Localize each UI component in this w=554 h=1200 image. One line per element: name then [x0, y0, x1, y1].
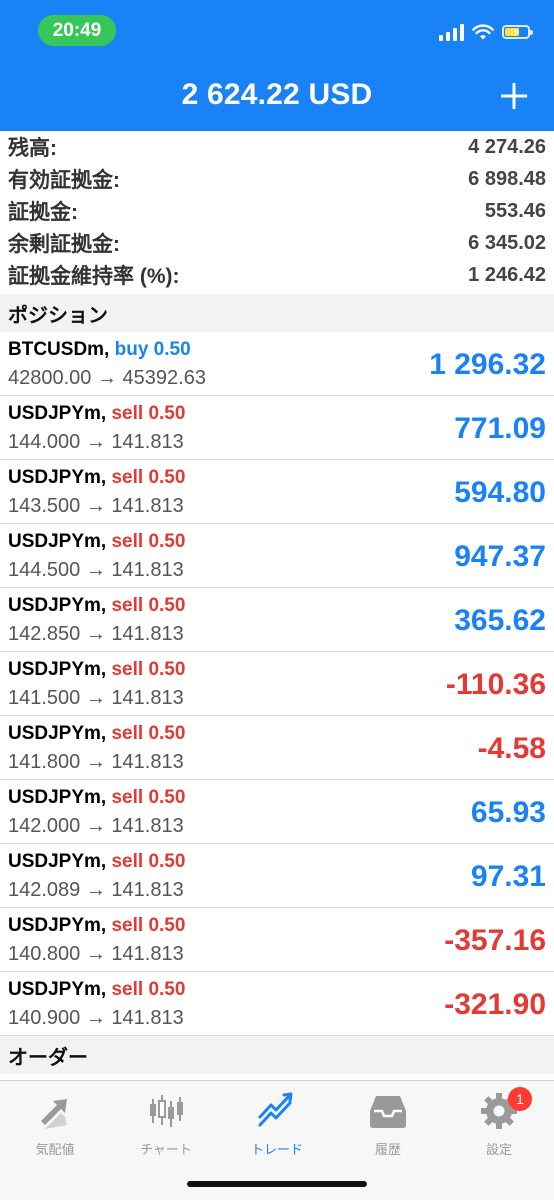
wifi-icon [472, 23, 494, 39]
position-row[interactable]: USDJPYm, sell 0.50 141.800 → 141.813 -4.… [0, 716, 554, 780]
position-row[interactable]: USDJPYm, sell 0.50 142.089 → 141.813 97.… [0, 844, 554, 908]
summary-label: 証拠金: [8, 201, 78, 224]
position-symbol: USDJPYm, [8, 915, 107, 936]
position-profit: 65.93 [470, 796, 546, 829]
position-profit: -321.90 [444, 988, 546, 1021]
position-side-volume: sell 0.50 [111, 851, 186, 872]
position-side-volume: sell 0.50 [111, 467, 186, 488]
position-side-volume: sell 0.50 [111, 787, 186, 808]
position-side-volume: buy 0.50 [114, 339, 191, 360]
position-profit: -110.36 [445, 668, 546, 701]
summary-row-equity: 有効証拠金: 6 898.48 [0, 163, 554, 195]
cellular-signal-icon [439, 23, 464, 41]
position-profit: -357.16 [444, 924, 546, 957]
positions-list: BTCUSDm, buy 0.50 42800.00 → 45392.63 1 … [0, 332, 554, 1036]
position-profit: 365.62 [454, 604, 546, 637]
position-row[interactable]: USDJPYm, sell 0.50 142.850 → 141.813 365… [0, 588, 554, 652]
top-bar: 20:49 ⚡ 2 624.22 USD [0, 0, 554, 131]
position-row[interactable]: USDJPYm, sell 0.50 141.500 → 141.813 -11… [0, 652, 554, 716]
position-symbol: BTCUSDm, [8, 339, 110, 360]
position-side-volume: sell 0.50 [111, 403, 186, 424]
position-row[interactable]: USDJPYm, sell 0.50 140.800 → 141.813 -35… [0, 908, 554, 972]
position-side-volume: sell 0.50 [111, 659, 186, 680]
position-side-volume: sell 0.50 [111, 531, 186, 552]
position-symbol: USDJPYm, [8, 979, 107, 1000]
position-row[interactable]: USDJPYm, sell 0.50 144.500 → 141.813 947… [0, 524, 554, 588]
position-prices: 140.800 → 141.813 [8, 943, 184, 965]
positions-section-header: ポジション [0, 294, 554, 332]
position-prices: 42800.00 → 45392.63 [8, 367, 206, 389]
summary-value: 553.46 [484, 199, 546, 222]
tab-label: 設定 [485, 1142, 512, 1157]
summary-value: 4 274.26 [468, 135, 546, 158]
position-side-volume: sell 0.50 [111, 915, 186, 936]
summary-label: 有効証拠金: [8, 169, 120, 192]
summary-row-margin-level: 証拠金維持率 (%): 1 246.42 [0, 259, 554, 291]
trade-trend-icon [258, 1092, 293, 1127]
summary-value: 6 345.02 [468, 231, 546, 254]
summary-row-margin: 証拠金: 553.46 [0, 195, 554, 227]
position-side-volume: sell 0.50 [111, 595, 186, 616]
new-order-button[interactable] [496, 78, 532, 114]
position-profit: 594.80 [454, 476, 546, 509]
summary-row-balance: 残高: 4 274.26 [0, 131, 554, 163]
account-summary: 残高: 4 274.26 有効証拠金: 6 898.48 証拠金: 553.46… [0, 131, 554, 291]
position-profit: -4.58 [477, 732, 546, 765]
tab-history[interactable]: 履歴 [333, 1091, 443, 1158]
position-symbol: USDJPYm, [8, 851, 107, 872]
battery-charging-icon: ⚡ [502, 25, 533, 39]
summary-value: 6 898.48 [468, 167, 546, 190]
position-row[interactable]: USDJPYm, sell 0.50 140.900 → 141.813 -32… [0, 972, 554, 1036]
account-equity: 2 624.22 USD [181, 78, 373, 111]
quotes-arrows-icon [41, 1099, 67, 1129]
notification-badge: 1 [508, 1087, 532, 1111]
plus-icon [501, 83, 527, 109]
position-symbol: USDJPYm, [8, 467, 107, 488]
position-row[interactable]: USDJPYm, sell 0.50 142.000 → 141.813 65.… [0, 780, 554, 844]
home-indicator [187, 1181, 367, 1187]
position-prices: 142.850 → 141.813 [8, 623, 184, 645]
position-prices: 140.900 → 141.813 [8, 1007, 184, 1029]
summary-label: 余剰証拠金: [8, 233, 120, 256]
position-row[interactable]: USDJPYm, sell 0.50 144.000 → 141.813 771… [0, 396, 554, 460]
status-time: 20:49 [38, 15, 116, 46]
position-row[interactable]: USDJPYm, sell 0.50 143.500 → 141.813 594… [0, 460, 554, 524]
summary-label: 残高: [8, 137, 57, 160]
position-symbol: USDJPYm, [8, 723, 107, 744]
position-profit: 771.09 [454, 412, 546, 445]
position-profit: 947.37 [454, 540, 546, 573]
tab-label: チャート [140, 1142, 192, 1157]
position-side-volume: sell 0.50 [111, 723, 186, 744]
position-prices: 142.089 → 141.813 [8, 879, 184, 901]
tab-label: 気配値 [35, 1142, 75, 1157]
position-symbol: USDJPYm, [8, 659, 107, 680]
tab-quotes[interactable]: 気配値 [0, 1091, 110, 1158]
position-side-volume: sell 0.50 [111, 979, 186, 1000]
history-inbox-icon [370, 1096, 406, 1128]
status-icons: ⚡ [439, 20, 533, 44]
position-prices: 142.000 → 141.813 [8, 815, 184, 837]
position-prices: 143.500 → 141.813 [8, 495, 184, 517]
position-profit: 97.31 [470, 860, 546, 893]
position-row[interactable]: BTCUSDm, buy 0.50 42800.00 → 45392.63 1 … [0, 332, 554, 396]
position-symbol: USDJPYm, [8, 595, 107, 616]
candlestick-chart-icon [150, 1095, 183, 1127]
tab-label: トレード [250, 1142, 303, 1157]
summary-label: 証拠金維持率 (%): [8, 265, 180, 288]
tab-settings[interactable]: 1 設定 [444, 1087, 554, 1158]
position-prices: 144.500 → 141.813 [8, 559, 184, 581]
position-prices: 144.000 → 141.813 [8, 431, 184, 453]
tab-trade[interactable]: トレード [222, 1091, 332, 1158]
summary-row-free-margin: 余剰証拠金: 6 345.02 [0, 227, 554, 259]
tab-chart[interactable]: チャート [111, 1091, 221, 1158]
position-symbol: USDJPYm, [8, 787, 107, 808]
position-prices: 141.500 → 141.813 [8, 687, 184, 709]
position-profit: 1 296.32 [429, 348, 546, 381]
position-symbol: USDJPYm, [8, 531, 107, 552]
position-symbol: USDJPYm, [8, 403, 107, 424]
orders-section-header: オーダー [0, 1036, 554, 1074]
position-prices: 141.800 → 141.813 [8, 751, 184, 773]
summary-value: 1 246.42 [468, 263, 546, 286]
tab-label: 履歴 [374, 1142, 401, 1157]
